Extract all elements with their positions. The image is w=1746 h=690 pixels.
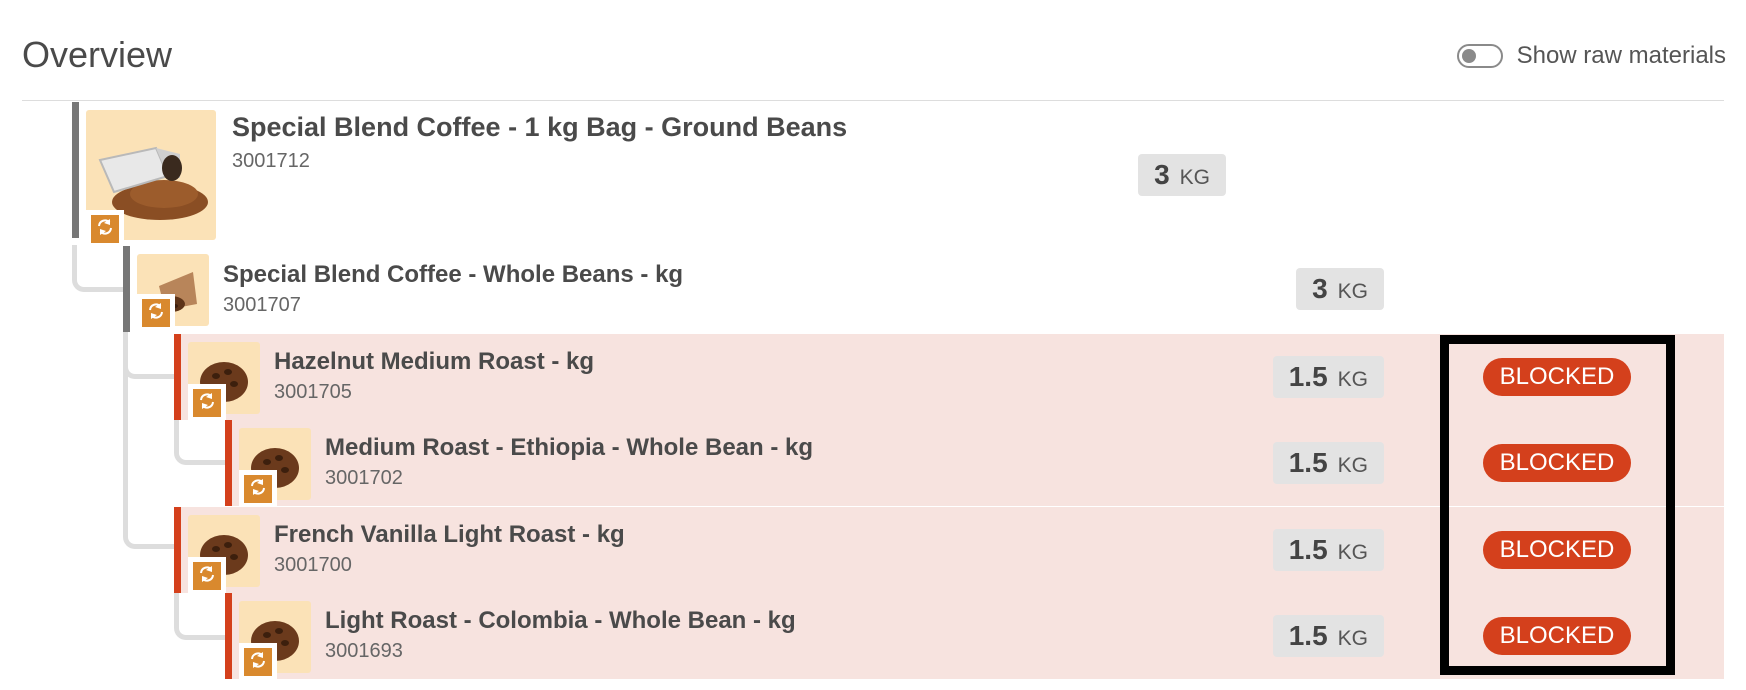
row-accent <box>225 420 232 506</box>
tree-connector <box>72 245 128 292</box>
raw-materials-toggle[interactable] <box>1456 44 1503 68</box>
refresh-swap-icon <box>95 217 115 242</box>
quantity-unit: KG <box>1337 541 1368 564</box>
item-name: French Vanilla Light Roast - kg <box>274 521 625 548</box>
swap-badge <box>86 210 124 248</box>
swap-badge <box>239 470 277 508</box>
quantity-pill: 1.5 KG <box>1272 356 1384 398</box>
quantity-value: 3 <box>1154 159 1170 190</box>
quantity-unit: KG <box>1179 166 1210 189</box>
quantity-value: 3 <box>1312 273 1328 304</box>
quantity-pill: 3 KG <box>1296 268 1384 310</box>
item-name: Hazelnut Medium Roast - kg <box>274 348 595 375</box>
row-accent <box>174 507 181 593</box>
quantity-pill: 1.5 KG <box>1272 615 1384 657</box>
item-code: 3001705 <box>274 381 352 403</box>
quantity-value: 1.5 <box>1288 620 1328 651</box>
row-accent <box>123 246 130 332</box>
swap-badge <box>137 294 175 332</box>
swap-badge <box>188 557 226 595</box>
tree-connector <box>123 329 177 549</box>
swap-badge <box>239 643 277 681</box>
quantity-pill: 1.5 KG <box>1272 529 1384 571</box>
row-accent <box>72 102 79 238</box>
item-code: 3001702 <box>325 467 403 489</box>
status-badge: BLOCKED <box>1483 444 1631 482</box>
page-title: Overview <box>22 34 173 75</box>
item-name: Special Blend Coffee - Whole Beans - kg <box>223 261 684 288</box>
row-accent <box>174 334 181 420</box>
row-accent <box>225 593 232 679</box>
tree-connector <box>174 417 228 465</box>
quantity-unit: KG <box>1337 454 1368 477</box>
item-name: Light Roast - Colombia - Whole Bean - kg <box>325 607 796 634</box>
item-code: 3001707 <box>223 294 301 316</box>
tree-connector <box>174 590 228 640</box>
show-raw-materials-control[interactable]: Show raw materials <box>1456 42 1726 70</box>
refresh-swap-icon <box>197 564 217 589</box>
refresh-swap-icon <box>197 391 217 416</box>
quantity-unit: KG <box>1337 368 1368 391</box>
toggle-label: Show raw materials <box>1516 42 1726 69</box>
status-badge: BLOCKED <box>1483 358 1631 396</box>
toggle-knob <box>1461 49 1476 63</box>
item-name: Special Blend Coffee - 1 kg Bag - Ground… <box>232 112 848 142</box>
quantity-value: 1.5 <box>1288 361 1328 392</box>
list-item[interactable]: Special Blend Coffee - Whole Beans - kg … <box>123 246 1724 332</box>
item-name: Medium Roast - Ethiopia - Whole Bean - k… <box>325 434 814 461</box>
refresh-swap-icon <box>248 477 268 502</box>
item-code: 3001693 <box>325 640 403 662</box>
item-code: 3001700 <box>274 554 352 576</box>
quantity-unit: KG <box>1337 627 1368 650</box>
status-badge: BLOCKED <box>1483 617 1631 655</box>
quantity-value: 1.5 <box>1288 534 1328 565</box>
quantity-value: 1.5 <box>1288 447 1328 478</box>
quantity-unit: KG <box>1337 280 1368 303</box>
refresh-swap-icon <box>146 301 166 326</box>
item-code: 3001712 <box>232 150 310 172</box>
refresh-swap-icon <box>248 650 268 675</box>
quantity-pill: 3 KG <box>1138 154 1226 196</box>
header-divider <box>22 100 1724 101</box>
overview-page: Overview Show raw materials Special Blen… <box>0 0 1746 690</box>
list-item[interactable]: Special Blend Coffee - 1 kg Bag - Ground… <box>72 102 1566 248</box>
swap-badge <box>188 384 226 422</box>
status-badge: BLOCKED <box>1483 531 1631 569</box>
quantity-pill: 1.5 KG <box>1272 442 1384 484</box>
